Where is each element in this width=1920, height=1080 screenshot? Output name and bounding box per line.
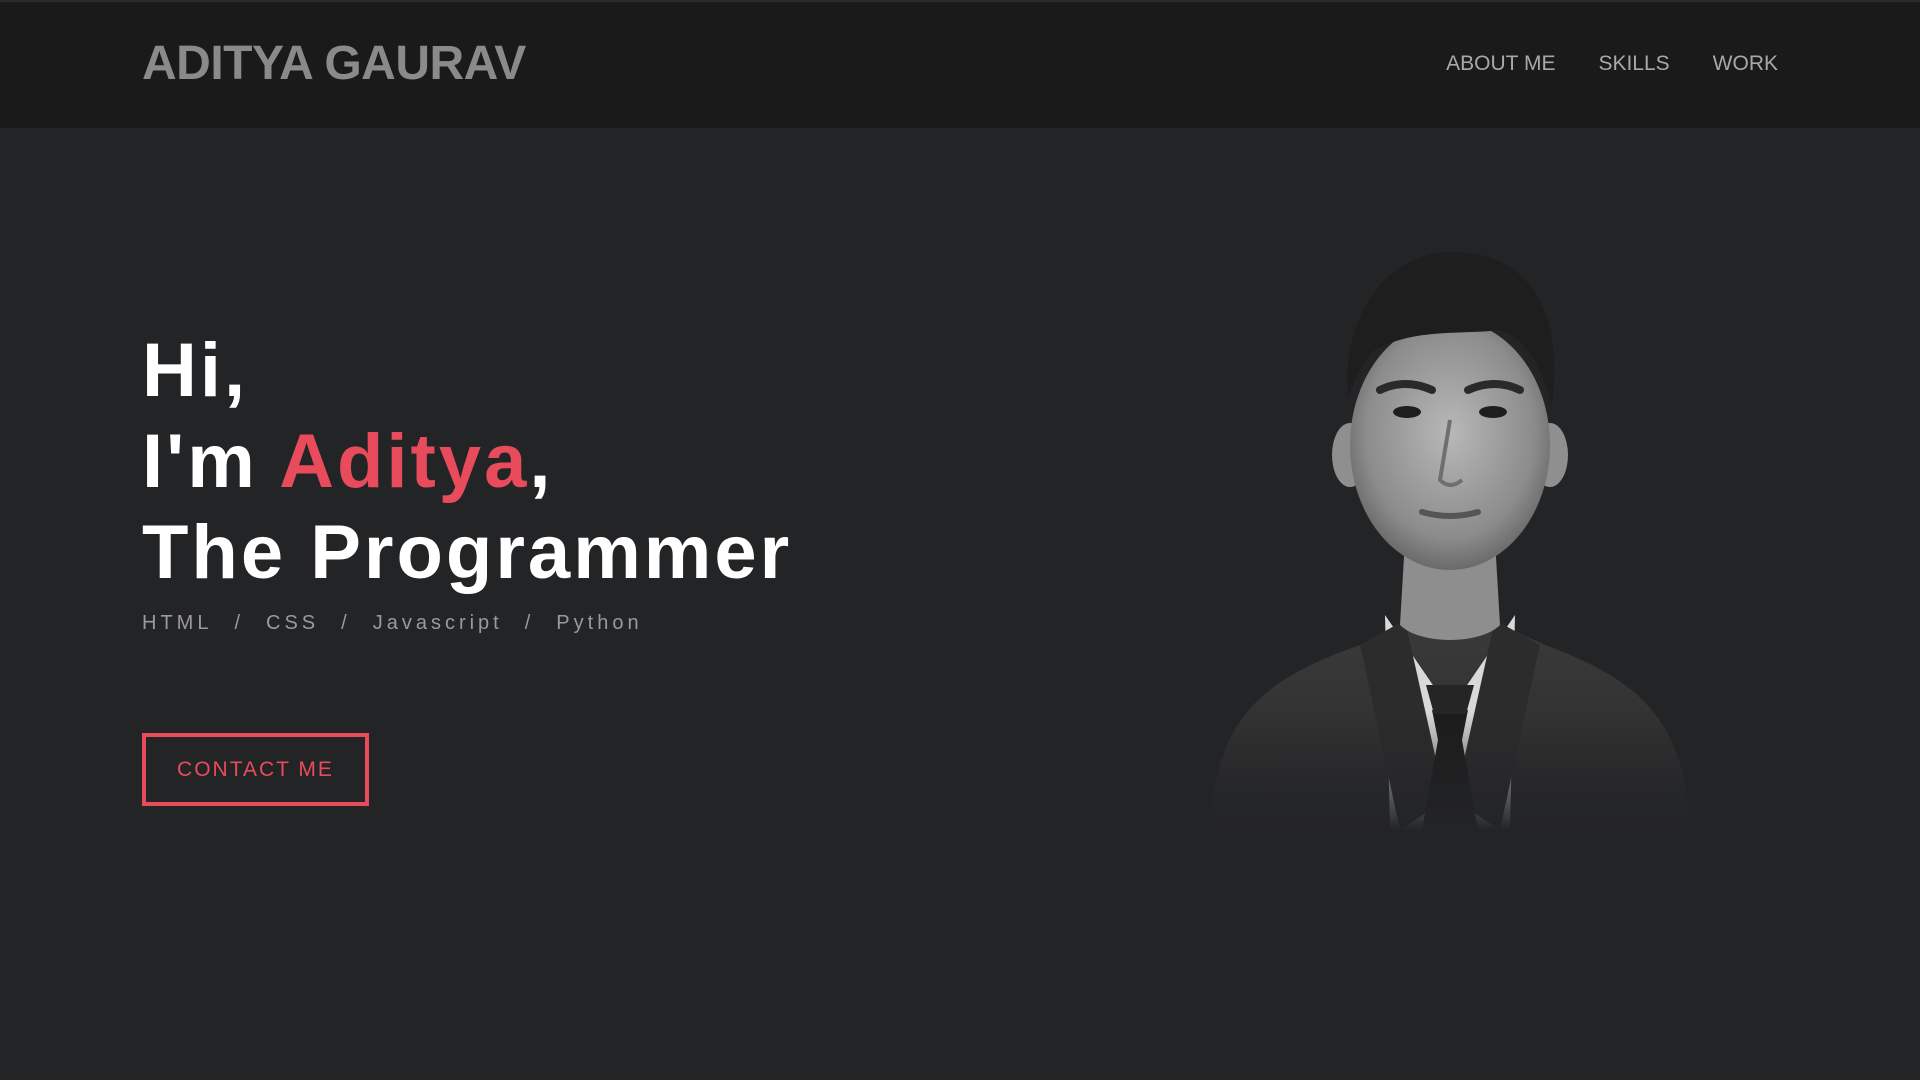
- site-brand[interactable]: ADITYA GAURAV: [142, 36, 526, 91]
- nav-link-work[interactable]: WORK: [1713, 52, 1778, 76]
- headline-line-role: The Programmer: [142, 510, 793, 595]
- hero-heading: Hi, I'm Aditya, The Programmer: [142, 325, 792, 598]
- nav-link-skills[interactable]: SKILLS: [1598, 52, 1669, 76]
- tech-separator: /: [234, 612, 245, 634]
- headline-suffix: ,: [529, 419, 554, 504]
- contact-me-button[interactable]: CONTACT ME: [142, 733, 369, 806]
- tech-separator: /: [524, 612, 535, 634]
- tech-item: Javascript: [372, 612, 503, 634]
- nav-links: ABOUT ME SKILLS WORK: [1446, 52, 1778, 76]
- tech-list: HTML / CSS / Javascript / Python: [142, 612, 643, 635]
- headline: Hi, I'm Aditya, The Programmer: [142, 325, 792, 598]
- headline-name: Aditya: [279, 419, 530, 504]
- headline-line-greeting: Hi,: [142, 328, 249, 413]
- tech-separator: /: [341, 612, 351, 634]
- tech-item: HTML: [142, 612, 213, 634]
- navbar: ADITYA GAURAV ABOUT ME SKILLS WORK: [0, 0, 1920, 128]
- tech-item: CSS: [266, 612, 320, 634]
- tech-item: Python: [556, 612, 643, 634]
- nav-link-about-me[interactable]: ABOUT ME: [1446, 52, 1555, 76]
- portrait-image: [1200, 240, 1700, 830]
- headline-prefix: I'm: [142, 419, 280, 504]
